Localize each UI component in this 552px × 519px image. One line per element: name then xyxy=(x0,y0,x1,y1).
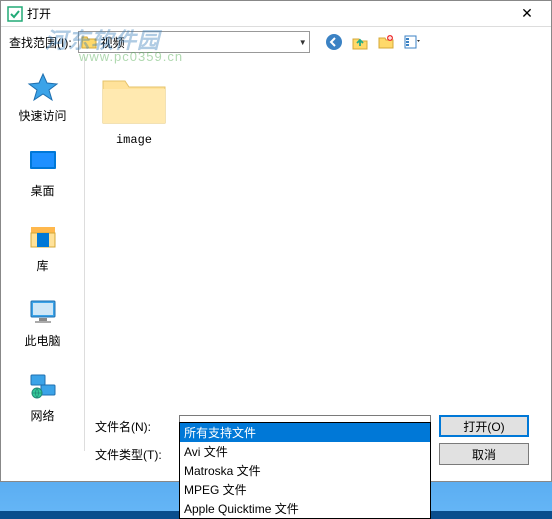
cancel-button[interactable]: 取消 xyxy=(439,443,529,465)
folder-icon xyxy=(99,71,169,127)
filename-label: 文件名(N): xyxy=(95,418,171,435)
location-combo[interactable]: 视频 ▼ xyxy=(78,31,310,53)
chevron-down-icon: ▼ xyxy=(299,38,307,47)
new-folder-icon[interactable] xyxy=(376,32,396,52)
filetype-option[interactable]: 所有支持文件 xyxy=(180,423,430,442)
filetype-option[interactable]: Avi 文件 xyxy=(180,442,430,461)
open-button[interactable]: 打开(O) xyxy=(439,415,529,437)
sidebar-item-label: 桌面 xyxy=(30,182,54,199)
filetype-option[interactable]: MPEG 文件 xyxy=(180,480,430,499)
file-list-area[interactable]: image xyxy=(85,57,551,451)
star-icon xyxy=(27,71,59,103)
filetype-dropdown[interactable]: 所有支持文件 Avi 文件 Matroska 文件 MPEG 文件 Apple … xyxy=(179,422,431,519)
sidebar-item-thispc[interactable]: 此电脑 xyxy=(1,292,84,353)
toolbar: 查找范围(I): 视频 ▼ xyxy=(1,27,551,57)
sidebar-item-label: 此电脑 xyxy=(24,332,60,349)
sidebar-item-libraries[interactable]: 库 xyxy=(1,217,84,278)
window-title: 打开 xyxy=(27,5,51,22)
sidebar-item-label: 快速访问 xyxy=(18,107,66,124)
back-icon[interactable] xyxy=(324,32,344,52)
lookin-label: 查找范围(I): xyxy=(9,34,72,51)
sidebar-item-quickaccess[interactable]: 快速访问 xyxy=(1,67,84,128)
close-button[interactable]: ✕ xyxy=(507,2,547,26)
open-file-dialog: 打开 ✕ 河东软件园 www.pc0359.cn 查找范围(I): 视频 ▼ xyxy=(0,0,552,482)
places-sidebar: 快速访问 桌面 库 此电脑 xyxy=(1,57,85,451)
file-area: image xyxy=(85,57,551,161)
filetype-label: 文件类型(T): xyxy=(95,446,171,463)
titlebar-left: 打开 xyxy=(7,5,51,22)
folder-icon xyxy=(81,35,97,49)
sidebar-item-label: 网络 xyxy=(30,407,54,424)
folder-item[interactable]: image xyxy=(99,71,169,147)
libraries-icon xyxy=(27,221,59,253)
up-icon[interactable] xyxy=(350,32,370,52)
desktop-icon xyxy=(27,146,59,178)
titlebar: 打开 ✕ xyxy=(1,1,551,27)
sidebar-item-desktop[interactable]: 桌面 xyxy=(1,142,84,203)
app-icon xyxy=(7,6,23,22)
network-icon xyxy=(27,371,59,403)
sidebar-item-label: 库 xyxy=(36,257,48,274)
computer-icon xyxy=(27,296,59,328)
toolbar-icons xyxy=(324,32,422,52)
views-icon[interactable] xyxy=(402,32,422,52)
filetype-option[interactable]: Apple Quicktime 文件 xyxy=(180,499,430,518)
location-text: 视频 xyxy=(101,34,299,51)
folder-label: image xyxy=(116,133,152,147)
sidebar-item-network[interactable]: 网络 xyxy=(1,367,84,428)
dialog-body: 快速访问 桌面 库 此电脑 xyxy=(1,57,551,451)
filetype-option[interactable]: Matroska 文件 xyxy=(180,461,430,480)
